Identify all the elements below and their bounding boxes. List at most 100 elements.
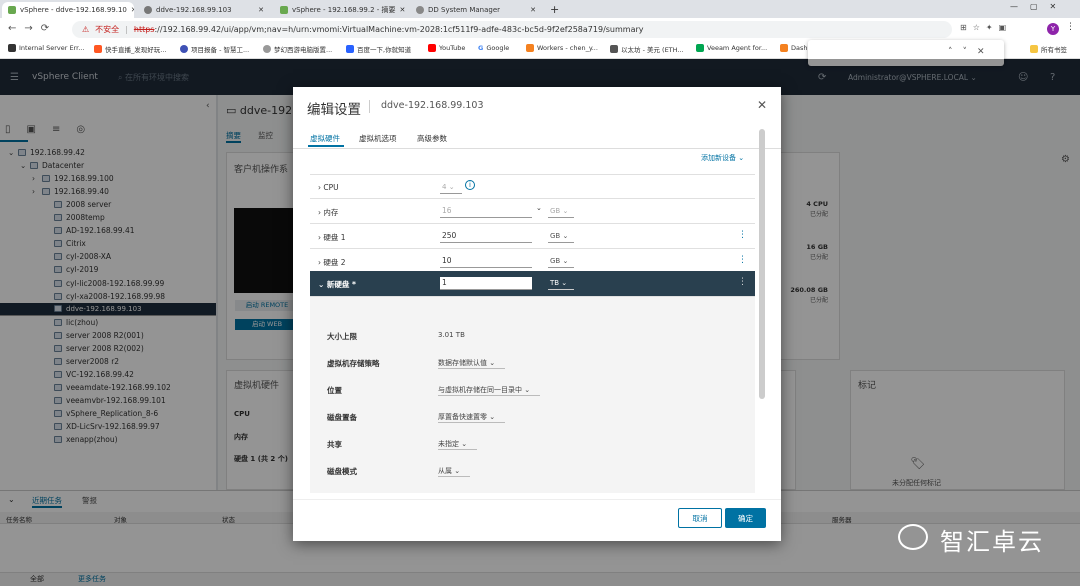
bookmark-icon <box>346 45 354 53</box>
browser-tab[interactable]: ddve-192.168.99.103 ✕ <box>138 2 270 18</box>
detail-value: 未指定 <box>438 440 459 448</box>
bookmark-label: 项目报备 - 智慧工... <box>191 46 250 54</box>
bookmark-icon <box>696 44 704 52</box>
bookmark-item[interactable]: Veeam Agent for... <box>696 44 767 52</box>
memory-row[interactable]: › 内存 16 ⌄ GB ⌄ <box>310 199 755 224</box>
globe-icon <box>416 6 424 14</box>
ok-button[interactable]: 确定 <box>725 508 766 528</box>
detail-label: 位置 <box>327 386 342 395</box>
bookmark-item[interactable]: 所有书签 <box>1030 44 1067 54</box>
bookmark-icon <box>180 45 188 53</box>
divider <box>369 100 370 113</box>
bookmark-item[interactable]: Workers - chen_y... <box>526 44 598 52</box>
chevron-down-icon: ⌄ <box>487 359 496 367</box>
bookmark-icon <box>526 44 534 52</box>
new-disk-unit-select[interactable]: TB ⌄ <box>548 277 574 290</box>
active-tab-indicator <box>308 145 344 147</box>
add-new-device-button[interactable]: 添加新设备 ⌄ <box>701 153 744 163</box>
youtube-icon <box>428 44 436 52</box>
bookmark-label: Workers - chen_y... <box>537 44 598 52</box>
close-icon[interactable]: ✕ <box>258 6 264 14</box>
unit-value: TB <box>550 279 560 287</box>
bookmark-item[interactable]: 快手直播_发现好玩... <box>94 44 166 54</box>
browser-tab[interactable]: vSphere - ddve-192.168.99.10 ✕ <box>2 2 134 18</box>
row-label: ⌄ 新硬盘 * <box>318 280 356 289</box>
bookmark-label: Veeam Agent for... <box>707 44 768 52</box>
url-scheme: https <box>133 25 155 34</box>
add-device-label: 添加新设备 <box>701 154 736 162</box>
dialog-title: 编辑设置 <box>307 102 361 118</box>
scrollbar[interactable] <box>759 129 765 399</box>
security-label: 不安全 <box>95 25 120 34</box>
unit-value: GB <box>550 257 561 265</box>
tab-virtual-hardware[interactable]: 虚拟硬件 <box>310 133 340 144</box>
close-icon[interactable]: ✕ <box>400 6 406 14</box>
chevron-down-icon[interactable]: ⌄ <box>536 204 542 212</box>
unit-value: GB <box>550 207 561 215</box>
bookmark-label: 快手直播_发现好玩... <box>105 46 167 54</box>
dialog-subtitle: ddve-192.168.99.103 <box>381 100 484 111</box>
new-disk-size-input[interactable]: 1 <box>440 277 532 290</box>
avatar[interactable]: Y <box>1047 23 1059 35</box>
tab-advanced-params[interactable]: 高级参数 <box>417 133 447 144</box>
more-actions-icon[interactable]: ⋮ <box>738 277 747 287</box>
disk2-unit-select[interactable]: GB ⌄ <box>548 255 574 268</box>
detail-value: 厚置备快速置零 <box>438 413 487 421</box>
extensions-icon[interactable]: ⊞☆✦▣ <box>960 23 1012 32</box>
row-label: › 内存 <box>318 208 339 217</box>
bookmark-item[interactable]: 项目报备 - 智慧工... <box>180 44 249 54</box>
disk1-size-input[interactable]: 250 <box>440 230 532 243</box>
bookmark-label: 百度一下,你就知道 <box>357 46 412 54</box>
tab-label: vSphere - ddve-192.168.99.10 <box>20 6 127 14</box>
bookmark-item[interactable]: Internal Server Err... <box>8 44 84 52</box>
menu-icon[interactable]: ⋮ <box>1066 22 1075 32</box>
more-actions-icon[interactable]: ⋮ <box>738 230 747 240</box>
address-bar[interactable]: ⚠ 不安全 | https://192.168.99.42/ui/app/vm;… <box>72 21 952 38</box>
bookmark-item[interactable]: G Google <box>478 44 509 52</box>
browser-tab[interactable]: vSphere - 192.168.99.2 - 摘要 ✕ <box>274 2 406 18</box>
memory-unit-select[interactable]: GB ⌄ <box>548 205 574 218</box>
window-controls[interactable]: —▢✕ <box>1010 2 1068 11</box>
bookmark-item[interactable]: 以太坊 - 美元 (ETH... <box>610 44 684 54</box>
nav-arrows-icon[interactable]: ←→⟳ <box>8 23 57 34</box>
new-tab-icon[interactable]: + <box>550 3 559 16</box>
cpu-select[interactable]: 4 ⌄ <box>440 181 462 194</box>
chevron-down-icon: ⌄ <box>459 440 468 448</box>
bookmark-item[interactable]: Dashb <box>780 44 812 52</box>
tab-vm-options[interactable]: 虚拟机选项 <box>359 133 397 144</box>
close-icon[interactable]: ✕ <box>757 98 767 112</box>
detail-select[interactable]: 与虚拟机存储在同一目录中 ⌄ <box>438 385 541 396</box>
bookmark-item[interactable]: 梦幻西游电脑版置... <box>263 44 332 54</box>
new-disk-row[interactable]: ⌄ 新硬盘 * 1 TB ⌄ ⋮ <box>310 271 755 297</box>
info-icon[interactable]: i <box>465 180 475 190</box>
cpu-row[interactable]: › CPU 4 ⌄ i <box>310 174 755 199</box>
bookmark-item[interactable]: YouTube <box>428 44 465 52</box>
close-icon[interactable]: ✕ <box>530 6 536 14</box>
disk1-row[interactable]: › 硬盘 1 250 GB ⌄ ⋮ <box>310 224 755 249</box>
divider <box>293 499 781 500</box>
detail-select[interactable]: 数据存储默认值 ⌄ <box>438 358 506 369</box>
detail-select[interactable]: 从属 ⌄ <box>438 466 471 477</box>
detail-select[interactable]: 厚置备快速置零 ⌄ <box>438 412 506 423</box>
divider <box>293 148 781 149</box>
find-nav-icon[interactable]: ˄˅✕ <box>948 47 995 57</box>
bookmark-item[interactable]: 百度一下,你就知道 <box>346 44 411 54</box>
detail-label: 磁盘置备 <box>327 413 357 422</box>
disk1-unit-select[interactable]: GB ⌄ <box>548 230 574 243</box>
more-actions-icon[interactable]: ⋮ <box>738 255 747 265</box>
cancel-button[interactable]: 取消 <box>678 508 722 528</box>
cpu-label: CPU <box>323 183 339 192</box>
folder-icon <box>1030 45 1038 53</box>
bookmark-icon <box>8 44 16 52</box>
close-icon[interactable]: ✕ <box>131 6 134 14</box>
detail-select[interactable]: 未指定 ⌄ <box>438 439 478 450</box>
unit-value: GB <box>550 232 561 240</box>
disk2-size-input[interactable]: 10 <box>440 255 532 268</box>
bookmark-icon <box>780 44 788 52</box>
edit-settings-dialog: 编辑设置 ddve-192.168.99.103 ✕ 虚拟硬件 虚拟机选项 高级… <box>293 87 781 541</box>
memory-input[interactable]: 16 <box>440 205 532 218</box>
detail-label: 磁盘模式 <box>327 467 357 476</box>
bookmark-icon <box>94 45 102 53</box>
tab-label: ddve-192.168.99.103 <box>156 6 232 14</box>
browser-tab[interactable]: DD System Manager ✕ <box>410 2 542 18</box>
